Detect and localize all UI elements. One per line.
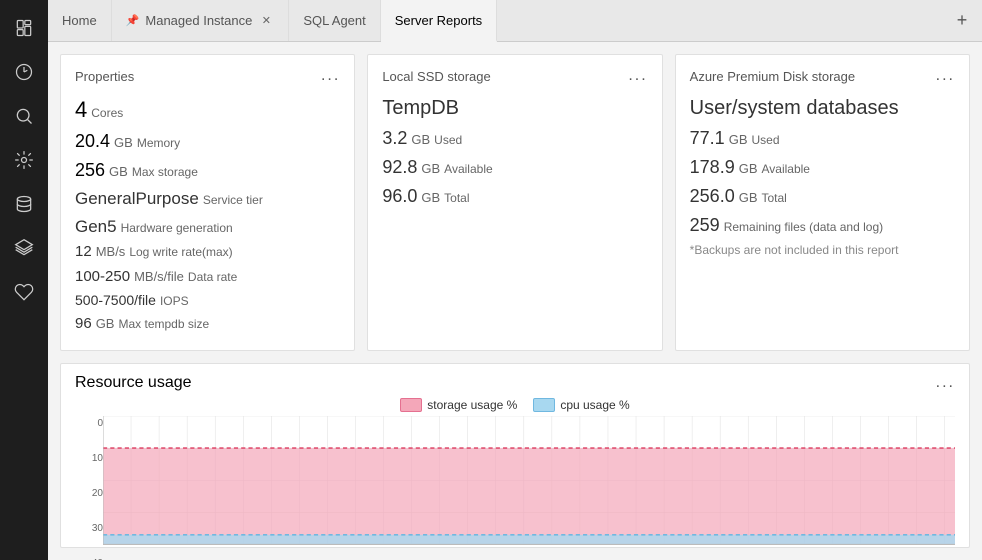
- local-ssd-avail: 92.8 GB Available: [382, 154, 647, 181]
- chart-area: 40 30 20 10 0: [75, 416, 955, 540]
- azure-disk-content: User/system databases 77.1 GB Used 178.9…: [690, 93, 955, 257]
- tab-reports-label: Server Reports: [395, 13, 482, 28]
- chart-menu[interactable]: ...: [936, 374, 955, 392]
- resource-usage-card: Resource usage ... storage usage % cpu u…: [60, 363, 970, 549]
- main-area: Home 📌 Managed Instance ✕ SQL Agent Serv…: [48, 0, 982, 560]
- prop-storage: 256 GB Max storage: [75, 157, 340, 184]
- properties-menu[interactable]: ...: [321, 67, 340, 85]
- settings-icon[interactable]: [4, 140, 44, 180]
- legend-storage: storage usage %: [400, 398, 517, 412]
- sidebar: [0, 0, 48, 560]
- properties-header: Properties ...: [75, 67, 340, 85]
- y-axis-labels: 40 30 20 10 0: [75, 416, 103, 560]
- chart-plot: [103, 416, 955, 560]
- content-area: Properties ... 4 Cores 20.4 GB Memory 25…: [48, 42, 982, 560]
- prop-datarate: 100-250 MB/s/file Data rate: [75, 266, 340, 289]
- local-ssd-header: Local SSD storage ...: [382, 67, 647, 85]
- azure-disk-avail: 178.9 GB Available: [690, 154, 955, 181]
- prop-iops: 500-7500/file IOPS: [75, 290, 340, 311]
- dashboard-icon[interactable]: [4, 52, 44, 92]
- chart-svg: [103, 416, 955, 560]
- tab-sqlagent[interactable]: SQL Agent: [289, 0, 380, 41]
- local-ssd-card: Local SSD storage ... TempDB 3.2 GB Used…: [367, 54, 662, 351]
- tab-home[interactable]: Home: [48, 0, 112, 41]
- properties-card: Properties ... 4 Cores 20.4 GB Memory 25…: [60, 54, 355, 351]
- chart-header: Resource usage ...: [75, 374, 955, 392]
- azure-disk-total: 256.0 GB Total: [690, 183, 955, 210]
- heart-icon[interactable]: [4, 272, 44, 312]
- properties-content: 4 Cores 20.4 GB Memory 256 GB Max storag…: [75, 93, 340, 336]
- local-ssd-title: Local SSD storage: [382, 69, 490, 84]
- chart-legend: storage usage % cpu usage %: [75, 398, 955, 412]
- azure-disk-menu[interactable]: ...: [936, 67, 955, 85]
- local-ssd-menu[interactable]: ...: [628, 67, 647, 85]
- tab-home-label: Home: [62, 13, 97, 28]
- azure-disk-used: 77.1 GB Used: [690, 125, 955, 152]
- cards-row: Properties ... 4 Cores 20.4 GB Memory 25…: [60, 54, 970, 351]
- azure-disk-title: Azure Premium Disk storage: [690, 69, 855, 84]
- azure-disk-note: *Backups are not included in this report: [690, 243, 955, 257]
- tab-spacer: [497, 0, 942, 41]
- azure-disk-card: Azure Premium Disk storage ... User/syst…: [675, 54, 970, 351]
- tab-managed-close[interactable]: ✕: [258, 13, 274, 29]
- tab-reports[interactable]: Server Reports: [381, 0, 497, 42]
- local-ssd-content: TempDB 3.2 GB Used 92.8 GB Available 96.…: [382, 93, 647, 210]
- prop-tempdb: 96 GB Max tempdb size: [75, 313, 340, 336]
- tab-add-button[interactable]: +: [942, 0, 982, 41]
- local-ssd-used: 3.2 GB Used: [382, 125, 647, 152]
- legend-cpu-box: [533, 398, 555, 412]
- legend-cpu-label: cpu usage %: [560, 398, 629, 412]
- azure-disk-files: 259 Remaining files (data and log): [690, 212, 955, 239]
- prop-memory: 20.4 GB Memory: [75, 128, 340, 155]
- search-icon[interactable]: [4, 96, 44, 136]
- azure-disk-subtitle: User/system databases: [690, 93, 955, 123]
- pin-icon: 📌: [126, 14, 140, 27]
- prop-logwrite: 12 MB/s Log write rate(max): [75, 241, 340, 264]
- azure-disk-header: Azure Premium Disk storage ...: [690, 67, 955, 85]
- tab-bar: Home 📌 Managed Instance ✕ SQL Agent Serv…: [48, 0, 982, 42]
- legend-cpu: cpu usage %: [533, 398, 629, 412]
- prop-gen: Gen5 Hardware generation: [75, 214, 340, 240]
- database-icon[interactable]: [4, 184, 44, 224]
- layers-icon[interactable]: [4, 228, 44, 268]
- prop-cores: 4 Cores: [75, 93, 340, 126]
- local-ssd-subtitle: TempDB: [382, 93, 647, 123]
- properties-title: Properties: [75, 69, 134, 84]
- chart-svg-wrap: 40 30 20 10 0: [75, 416, 955, 560]
- legend-storage-label: storage usage %: [427, 398, 517, 412]
- tab-managed[interactable]: 📌 Managed Instance ✕: [112, 0, 290, 41]
- local-ssd-total: 96.0 GB Total: [382, 183, 647, 210]
- chart-title: Resource usage: [75, 374, 192, 392]
- legend-storage-box: [400, 398, 422, 412]
- tab-sqlagent-label: SQL Agent: [303, 13, 365, 28]
- pages-icon[interactable]: [4, 8, 44, 48]
- tab-managed-label: Managed Instance: [145, 13, 252, 28]
- tab-add-icon: +: [957, 10, 968, 31]
- prop-tier: GeneralPurpose Service tier: [75, 186, 340, 212]
